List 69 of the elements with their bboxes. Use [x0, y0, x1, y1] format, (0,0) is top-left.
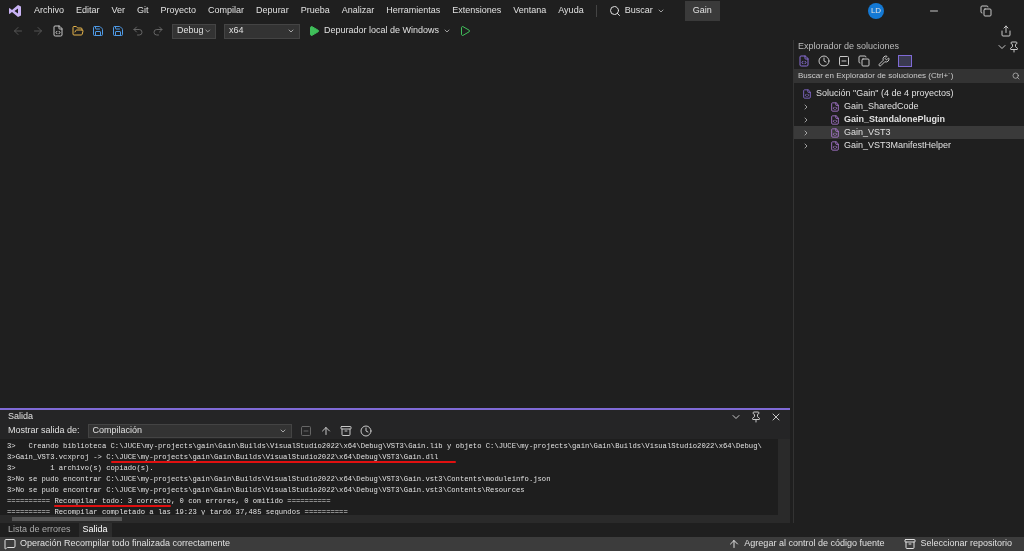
- undo-icon[interactable]: [132, 25, 144, 37]
- panel-tab[interactable]: Salida: [78, 523, 112, 537]
- run-button[interactable]: Depurador local de Windows: [308, 24, 452, 38]
- save-all-icon[interactable]: [112, 25, 124, 37]
- repository-button[interactable]: Seleccionar repositorio: [904, 537, 1012, 551]
- configuration-dropdown[interactable]: Debug: [172, 23, 216, 39]
- menu-item[interactable]: Ventana: [513, 4, 547, 18]
- project-item[interactable]: Gain_SharedCode: [794, 100, 1024, 113]
- output-source-label: Mostrar salida de:: [8, 424, 80, 438]
- pin-icon[interactable]: [1008, 40, 1020, 53]
- panel-title: Explorador de soluciones: [798, 39, 900, 53]
- solution-name: Gain: [684, 1, 720, 21]
- menu-item[interactable]: Prueba: [300, 4, 330, 18]
- project-item[interactable]: Gain_VST3: [794, 126, 1024, 139]
- menu-item[interactable]: Git: [137, 4, 149, 18]
- menu-item[interactable]: Herramientas: [386, 4, 441, 18]
- search-button[interactable]: Buscar: [608, 4, 665, 18]
- menu-item[interactable]: Archivo: [34, 4, 64, 18]
- source-control-button[interactable]: Agregar al control de código fuente: [728, 537, 885, 551]
- properties-icon[interactable]: [878, 55, 890, 67]
- project-icon: [830, 101, 840, 112]
- restore-icon[interactable]: [980, 5, 992, 17]
- menu-item[interactable]: Depurar: [256, 4, 289, 18]
- caret-icon: [443, 27, 452, 35]
- caret-icon: [278, 427, 287, 435]
- panel-tab[interactable]: Lista de errores: [4, 523, 75, 537]
- new-item-icon[interactable]: [52, 25, 64, 37]
- app-logo-icon: [8, 4, 22, 18]
- project-item[interactable]: Gain_VST3ManifestHelper: [794, 139, 1024, 152]
- solution-root[interactable]: Solución "Gain" (4 de 4 proyectos): [816, 86, 954, 101]
- caret-icon: [287, 27, 295, 35]
- menu-item[interactable]: Extensiones: [452, 4, 502, 18]
- output-source-dropdown[interactable]: Compilación: [87, 424, 292, 438]
- collapse-icon[interactable]: [838, 55, 850, 67]
- redo-icon[interactable]: [152, 25, 164, 37]
- caret-icon: [656, 7, 665, 15]
- menu-item[interactable]: Analizar: [341, 4, 375, 18]
- project-icon: [830, 114, 840, 125]
- open-folder-icon[interactable]: [72, 25, 84, 37]
- solution-icon: [802, 88, 812, 99]
- play-icon: [308, 25, 320, 37]
- project-item[interactable]: Gain_StandalonePlugin: [794, 113, 1024, 126]
- search-icon: [1012, 72, 1020, 80]
- copy-icon[interactable]: [858, 55, 870, 67]
- search-field[interactable]: Buscar en Explorador de soluciones (Ctrl+´): [794, 69, 1024, 83]
- menu-item[interactable]: Ayuda: [558, 4, 584, 18]
- history-icon[interactable]: [818, 55, 830, 67]
- message-icon: [4, 538, 16, 550]
- clock-icon[interactable]: [359, 425, 372, 437]
- platform-dropdown[interactable]: x64: [224, 23, 300, 39]
- pin-icon[interactable]: [750, 410, 762, 423]
- user-avatar[interactable]: LD: [868, 3, 884, 19]
- run-without-debug-icon[interactable]: [459, 25, 472, 37]
- menu-item[interactable]: Proyecto: [160, 4, 197, 18]
- menu-item[interactable]: Editar: [76, 4, 100, 18]
- share-icon[interactable]: [1000, 25, 1012, 37]
- horizontal-scrollbar[interactable]: [0, 515, 790, 523]
- project-icon: [830, 140, 840, 151]
- archive-icon: [904, 538, 917, 550]
- status-message: Operación Recompilar todo finalizada correctamente: [20, 537, 231, 551]
- arrow-up-icon: [728, 538, 741, 550]
- panel-title: Salida: [8, 409, 34, 423]
- save-icon[interactable]: [92, 25, 104, 37]
- menu-item[interactable]: Compilar: [208, 4, 245, 18]
- menu-item[interactable]: Ver: [111, 4, 126, 18]
- project-icon: [830, 127, 840, 138]
- caret-icon: [203, 27, 211, 35]
- clear-icon[interactable]: [299, 425, 312, 437]
- search-icon: [608, 5, 621, 17]
